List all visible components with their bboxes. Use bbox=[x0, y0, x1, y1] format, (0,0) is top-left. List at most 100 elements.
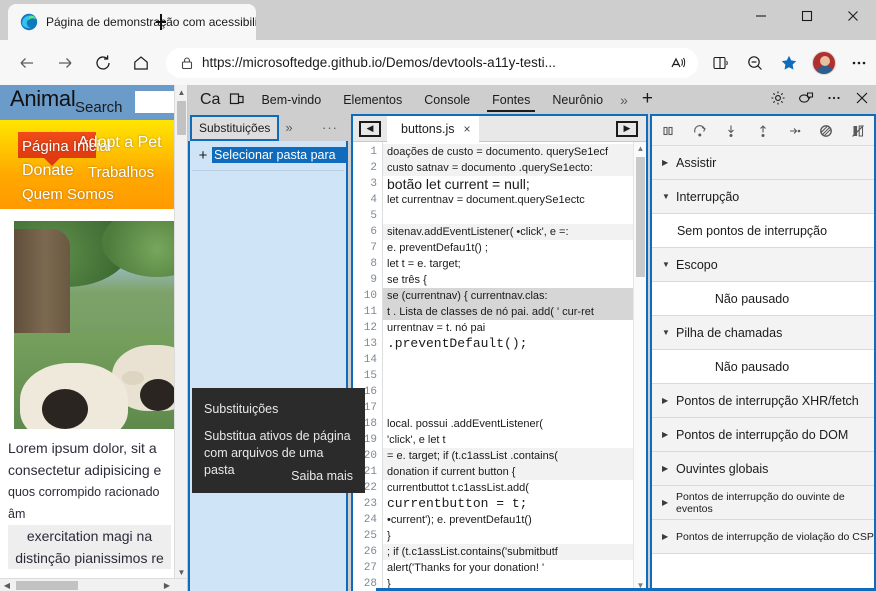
chevron-down-icon[interactable]: ▼ bbox=[662, 328, 676, 337]
pause-icon[interactable] bbox=[656, 119, 680, 143]
code-line[interactable]: local. possui .addEventListener( bbox=[383, 416, 646, 432]
line-number[interactable]: 1 bbox=[353, 144, 382, 160]
scroll-thumb[interactable] bbox=[177, 101, 186, 135]
code-line[interactable] bbox=[383, 208, 646, 224]
scroll-up-icon[interactable]: ▲ bbox=[175, 85, 188, 99]
address-bar[interactable]: https://microsoftedge.github.io/Demos/de… bbox=[166, 48, 698, 78]
line-number[interactable]: 8 bbox=[353, 256, 382, 272]
panel-left-toggle-icon[interactable]: ◀ bbox=[359, 121, 381, 137]
line-number[interactable]: 11 bbox=[353, 304, 382, 320]
navigator-tab-substituicoes[interactable]: Substituições bbox=[190, 115, 279, 141]
read-aloud-icon[interactable] bbox=[664, 49, 692, 77]
profile-avatar[interactable] bbox=[812, 51, 836, 75]
chevron-right-icon[interactable]: ▶ bbox=[662, 158, 676, 167]
line-number[interactable]: 26 bbox=[353, 544, 382, 560]
scroll-thumb[interactable] bbox=[636, 157, 645, 277]
code-line[interactable]: currentbuttot t.c1assList.add( bbox=[383, 480, 646, 496]
line-number[interactable]: 3 bbox=[353, 176, 382, 192]
site-nav-donate[interactable]: Donate bbox=[22, 162, 74, 180]
forward-button[interactable] bbox=[48, 46, 82, 80]
tab-neuronio[interactable]: Neurônio bbox=[541, 93, 614, 114]
browser-settings-ellipsis-icon[interactable] bbox=[842, 46, 876, 80]
tab-fontes[interactable]: Fontes bbox=[481, 93, 541, 114]
scroll-right-icon[interactable]: ▶ bbox=[160, 579, 174, 591]
step-into-icon[interactable] bbox=[719, 119, 743, 143]
site-nav-jobs[interactable]: Trabalhos bbox=[88, 164, 154, 181]
select-folder-label[interactable]: Selecionar pasta para bbox=[212, 147, 346, 163]
line-number[interactable]: 4 bbox=[353, 192, 382, 208]
devtools-more-icon[interactable] bbox=[820, 85, 848, 111]
debugger-section-header[interactable]: ▶Pontos de interrupção do DOM bbox=[652, 418, 874, 452]
scroll-thumb-h[interactable] bbox=[16, 581, 78, 590]
debugger-section-header[interactable]: ▶Pontos de interrupção de violação do CS… bbox=[652, 520, 874, 554]
code-line[interactable] bbox=[383, 384, 646, 400]
code-editor[interactable]: 1234567891011121314151617181920212223242… bbox=[353, 142, 646, 591]
line-number[interactable]: 23 bbox=[353, 496, 382, 512]
code-line[interactable]: currentbutton = t; bbox=[383, 496, 646, 512]
refresh-button[interactable] bbox=[86, 46, 120, 80]
code-line[interactable]: alert('Thanks for your donation! ' bbox=[383, 560, 646, 576]
feedback-icon[interactable] bbox=[792, 85, 820, 111]
step-icon[interactable] bbox=[783, 119, 807, 143]
step-over-icon[interactable] bbox=[688, 119, 712, 143]
devtools-close-icon[interactable] bbox=[848, 85, 876, 111]
code-line[interactable]: 'click', e let t bbox=[383, 432, 646, 448]
code-line[interactable]: •current'); e. preventDefau1t() bbox=[383, 512, 646, 528]
chevron-right-icon[interactable]: ▶ bbox=[662, 396, 676, 405]
scroll-up-icon[interactable]: ▲ bbox=[634, 142, 646, 155]
code-line[interactable]: sitenav.addEventListener( •click', e =: bbox=[383, 224, 646, 240]
editor-tab-buttons-js[interactable]: buttons.js × bbox=[387, 116, 479, 142]
back-button[interactable] bbox=[10, 46, 44, 80]
code-line[interactable]: let t = e. target; bbox=[383, 256, 646, 272]
split-screen-button[interactable] bbox=[704, 46, 738, 80]
code-line[interactable] bbox=[383, 352, 646, 368]
debugger-section-header[interactable]: ▶Ouvintes globais bbox=[652, 452, 874, 486]
step-out-icon[interactable] bbox=[751, 119, 775, 143]
line-number[interactable]: 6 bbox=[353, 224, 382, 240]
line-number[interactable]: 14 bbox=[353, 352, 382, 368]
chevron-down-icon[interactable]: ▼ bbox=[662, 260, 676, 269]
chevron-right-icon[interactable]: ▶ bbox=[662, 430, 676, 439]
gear-icon[interactable] bbox=[764, 85, 792, 111]
pause-on-exceptions-icon[interactable] bbox=[846, 119, 870, 143]
code-line[interactable]: se (currentnav) { currentnav.clas: bbox=[383, 288, 646, 304]
debugger-section-header[interactable]: ▶Pontos de interrupção do ouvinte de eve… bbox=[652, 486, 874, 520]
code-line[interactable]: t . Lista de classes de nó pai. add( ' c… bbox=[383, 304, 646, 320]
line-number[interactable]: 7 bbox=[353, 240, 382, 256]
debugger-section-header[interactable]: ▶Assistir bbox=[652, 146, 874, 180]
debugger-section-header[interactable]: ▼Pilha de chamadas bbox=[652, 316, 874, 350]
line-number[interactable]: 25 bbox=[353, 528, 382, 544]
debugger-section-header[interactable]: ▶Pontos de interrupção XHR/fetch bbox=[652, 384, 874, 418]
tooltip-learn-more-link[interactable]: Saiba mais bbox=[291, 469, 353, 483]
webpage-vertical-scrollbar[interactable]: ▲ ▼ bbox=[174, 85, 187, 579]
zoom-out-button[interactable] bbox=[738, 46, 772, 80]
chevron-right-icon[interactable]: ▶ bbox=[662, 498, 676, 507]
code-line[interactable]: custo satnav = documento .querySe1ecto: bbox=[383, 160, 646, 176]
code-line[interactable]: urrentnav = t. nó pai bbox=[383, 320, 646, 336]
favorite-star-icon[interactable] bbox=[772, 46, 806, 80]
line-number[interactable]: 15 bbox=[353, 368, 382, 384]
site-nav-adopt[interactable]: Adopt a Pet bbox=[78, 134, 162, 152]
tab-elementos[interactable]: Elementos bbox=[332, 93, 413, 114]
maximize-button[interactable] bbox=[784, 0, 830, 32]
line-number[interactable]: 9 bbox=[353, 272, 382, 288]
scroll-left-icon[interactable]: ◀ bbox=[0, 579, 14, 591]
code-line[interactable]: } bbox=[383, 528, 646, 544]
line-number[interactable]: 12 bbox=[353, 320, 382, 336]
tab-bem-vindo[interactable]: Bem-vindo bbox=[250, 93, 332, 114]
code-line[interactable]: e. preventDefau1t() ; bbox=[383, 240, 646, 256]
line-number[interactable]: 2 bbox=[353, 160, 382, 176]
close-button[interactable] bbox=[830, 0, 876, 32]
deactivate-breakpoints-icon[interactable] bbox=[814, 119, 838, 143]
code-line[interactable] bbox=[383, 368, 646, 384]
code-line[interactable]: .preventDefault(); bbox=[383, 336, 646, 352]
webpage-horizontal-scrollbar[interactable]: ◀ ▶ bbox=[0, 578, 188, 591]
select-folder-row[interactable]: + Selecionar pasta para bbox=[190, 144, 346, 166]
chevron-down-icon[interactable]: ▼ bbox=[662, 192, 676, 201]
site-nav-about[interactable]: Quem Somos bbox=[22, 186, 114, 203]
navigator-menu-icon[interactable]: ··· bbox=[322, 120, 348, 135]
debugger-section-header[interactable]: ▼Escopo bbox=[652, 248, 874, 282]
code-lines[interactable]: doações de custo = documento. querySe1ec… bbox=[383, 142, 646, 591]
code-line[interactable]: doações de custo = documento. querySe1ec… bbox=[383, 144, 646, 160]
debugger-section-header[interactable]: ▼Interrupção bbox=[652, 180, 874, 214]
